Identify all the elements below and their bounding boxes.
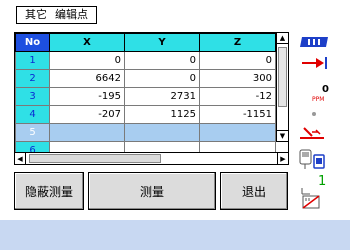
cell-x: 6642 (49, 69, 125, 88)
menu-group: 其它 编辑点 (16, 6, 97, 24)
scroll-up-icon[interactable]: ▲ (277, 33, 288, 44)
ppm-label: PPM (312, 96, 325, 103)
cell-z: 300 (199, 69, 276, 88)
bottom-bar (0, 220, 350, 250)
cell-x: -195 (49, 87, 125, 106)
scroll-down-icon[interactable]: ▼ (277, 130, 288, 141)
menu-edit-point[interactable]: 编辑点 (51, 7, 92, 23)
vertical-scrollbar[interactable]: ▲ ▼ (276, 32, 289, 142)
points-table: No X Y Z 1 0 0 0 2 6642 0 300 3 -195 273… (14, 32, 289, 154)
row-number: 1 (15, 51, 50, 70)
row-number: 3 (15, 87, 50, 106)
cell-y: 0 (124, 69, 200, 88)
instrument-icon[interactable] (298, 148, 328, 170)
cell-y: 2731 (124, 87, 200, 106)
scroll-thumb-vertical[interactable] (278, 47, 287, 107)
memory-card-icon[interactable] (302, 195, 320, 209)
row-number: 5 (15, 123, 50, 142)
measure-button[interactable]: 测量 (88, 172, 216, 210)
cell-y (124, 123, 200, 142)
header-x[interactable]: X (49, 33, 125, 52)
exit-button[interactable]: 退出 (220, 172, 288, 210)
table-row[interactable]: 1 0 0 0 (15, 51, 276, 70)
table-row[interactable]: 4 -207 1125 -1151 (15, 105, 276, 124)
target-arrow-icon[interactable] (300, 56, 330, 70)
table-row[interactable]: 3 -195 2731 -12 (15, 87, 276, 106)
menu-bar: 其它 编辑点 (0, 0, 350, 28)
header-y[interactable]: Y (124, 33, 200, 52)
cell-x: 0 (49, 51, 125, 70)
header-z[interactable]: Z (199, 33, 276, 52)
row-number: 4 (15, 105, 50, 124)
row-number: 2 (15, 69, 50, 88)
scroll-right-icon[interactable]: ▶ (277, 153, 288, 164)
scroll-thumb-horizontal[interactable] (29, 154, 161, 163)
laser-pointer-icon[interactable] (298, 122, 328, 142)
cell-z: 0 (199, 51, 276, 70)
cell-z: -12 (199, 87, 276, 106)
hidden-measure-button[interactable]: 隐蔽测量 (14, 172, 84, 210)
scroll-left-icon[interactable]: ◀ (15, 153, 26, 164)
face-indicator[interactable]: 1 (296, 174, 330, 196)
table-header-row: No X Y Z (15, 33, 276, 52)
face-bracket-icon (301, 188, 310, 195)
cell-z (199, 123, 276, 142)
menu-other[interactable]: 其它 (21, 7, 51, 23)
cell-y: 0 (124, 51, 200, 70)
table-row-selected[interactable]: 5 (15, 123, 276, 142)
cell-x (49, 123, 125, 142)
battery-icon (300, 37, 328, 47)
table-row[interactable]: 2 6642 0 300 (15, 69, 276, 88)
cell-y: 1125 (124, 105, 200, 124)
cell-x: -207 (49, 105, 125, 124)
status-panel: 0 PPM 1 (292, 30, 338, 212)
header-no[interactable]: No (15, 33, 50, 52)
status-dot-icon (312, 112, 316, 116)
cell-z: -1151 (199, 105, 276, 124)
ppm-value: 0 (322, 84, 329, 95)
horizontal-scrollbar[interactable]: ◀ ▶ (14, 152, 289, 165)
ppm-indicator[interactable]: 0 PPM (300, 84, 334, 108)
face-number: 1 (318, 174, 327, 189)
